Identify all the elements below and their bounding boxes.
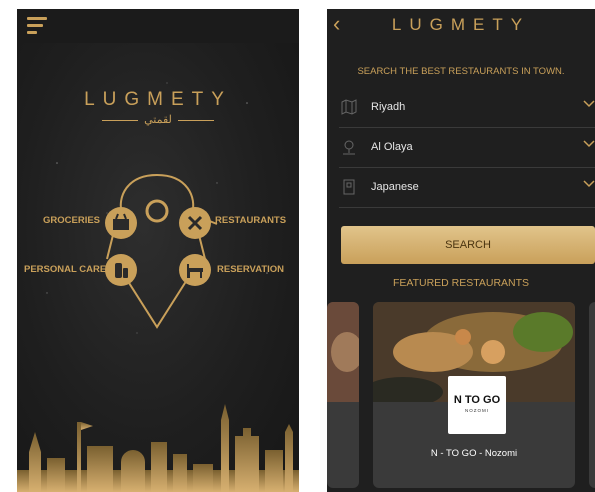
restaurant-logo-title: N TO GO [453, 394, 501, 406]
restaurant-card-next[interactable] [589, 302, 595, 488]
cuisine-value: Japanese [371, 181, 419, 193]
search-button[interactable]: SEARCH [341, 226, 595, 264]
groceries-label[interactable]: GROCERIES [43, 215, 100, 226]
chevron-down-icon [583, 140, 595, 148]
restaurants-label[interactable]: RESTAURANTS [215, 215, 286, 226]
home-screen: LUGMETY لقمتي GROCERIES RESTAURANTS PERS… [17, 9, 299, 492]
personal-care-label[interactable]: PERSONAL CARE [24, 264, 106, 275]
city-skyline-illustration [17, 404, 299, 492]
restaurant-logo: N TO GO NOZOMI [448, 376, 506, 434]
district-select[interactable]: Al Olaya [339, 129, 595, 168]
restaurant-card[interactable]: N TO GO NOZOMI N - TO GO - Nozomi [373, 302, 575, 488]
app-logo: LUGMETY [391, 15, 531, 34]
map-icon [341, 99, 357, 115]
location-pin-icon [343, 140, 355, 155]
reservation-label[interactable]: RESERVATION [217, 264, 284, 275]
cuisine-select[interactable]: Japanese [339, 169, 595, 208]
center-ring [145, 199, 169, 223]
chevron-down-icon [583, 180, 595, 188]
district-value: Al Olaya [371, 141, 413, 153]
tagline: SEARCH THE BEST RESTAURANTS IN TOWN. [357, 66, 565, 77]
restaurant-logo-subtitle: NOZOMI [465, 408, 489, 413]
city-value: Riyadh [371, 101, 406, 113]
restaurants-icon[interactable] [179, 207, 211, 239]
menu-card-icon [343, 179, 355, 195]
city-select[interactable]: Riyadh [339, 89, 595, 128]
reservation-icon[interactable] [179, 254, 211, 286]
search-screen: ‹ LUGMETY SEARCH THE BEST RESTAURANTS IN… [327, 9, 595, 492]
personal-care-icon[interactable] [105, 254, 137, 286]
groceries-icon[interactable] [105, 207, 137, 239]
restaurant-card-previous[interactable] [327, 302, 359, 488]
chevron-down-icon [583, 100, 595, 108]
restaurant-name: N - TO GO - Nozomi [430, 448, 518, 459]
top-bar: ‹ LUGMETY [327, 9, 595, 43]
featured-heading: FEATURED RESTAURANTS [392, 277, 530, 289]
